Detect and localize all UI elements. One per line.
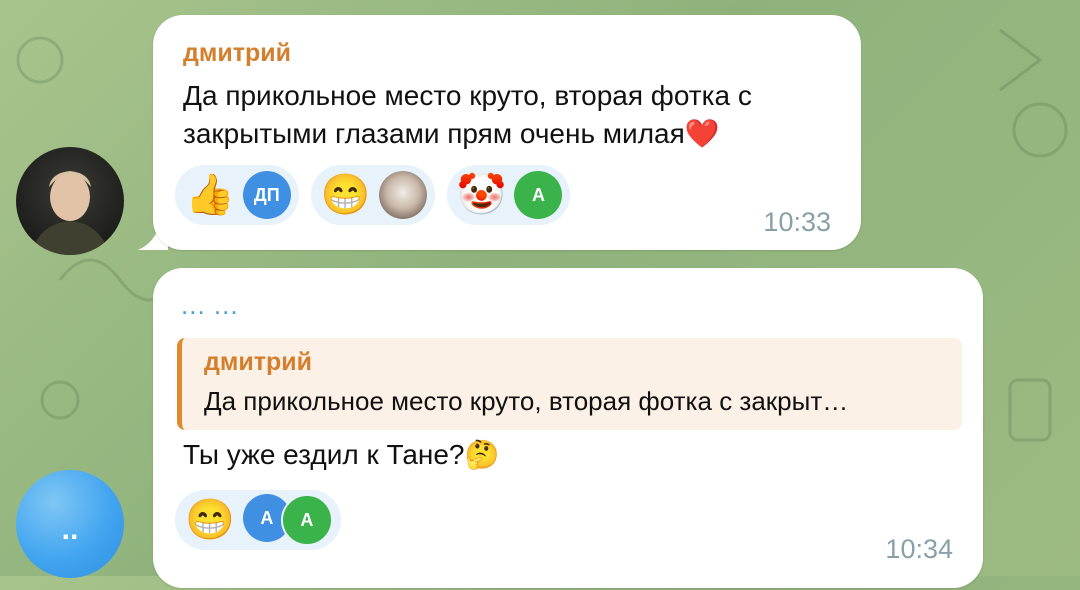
grin-icon: 😁	[320, 173, 371, 217]
message-bubble[interactable]: дмитрий Да прикольное место круто, втора…	[153, 15, 861, 250]
thumbs-up-icon: 👍	[185, 173, 235, 217]
sender-avatar[interactable]	[16, 147, 124, 255]
message-time: 10:34	[885, 534, 953, 564]
message-text: Да прикольное место круто, вторая фотка …	[183, 80, 752, 111]
message-time: 10:33	[763, 207, 831, 237]
reactor-avatar	[378, 171, 427, 219]
reaction-thumbs-up[interactable]: 👍 ДП	[175, 165, 299, 225]
reaction-grin[interactable]: 😁	[310, 165, 435, 225]
reply-sender: дмитрий	[204, 348, 312, 376]
message-text: закрытыми глазами прям очень милая❤️	[183, 118, 720, 149]
sender-name[interactable]: ... ...	[181, 290, 239, 321]
reactor-avatar: А	[514, 171, 563, 219]
reactions-bar: 😁 А А	[175, 490, 341, 550]
reply-text: Да прикольное место круто, вторая фотка …	[204, 386, 849, 416]
sender-name[interactable]: дмитрий	[183, 39, 291, 68]
person-photo-icon	[30, 171, 110, 255]
reaction-clown[interactable]: 🤡 А	[446, 165, 571, 225]
grin-icon: 😁	[185, 498, 235, 542]
user-avatar[interactable]: ..	[16, 470, 124, 578]
clown-icon: 🤡	[456, 173, 507, 217]
message-text: Ты уже ездил к Тане?🤔	[183, 439, 500, 470]
message-bubble[interactable]: ... ... дмитрий Да прикольное место крут…	[153, 268, 983, 588]
reactor-avatar: А	[280, 494, 333, 546]
reaction-grin[interactable]: 😁 А А	[175, 490, 341, 550]
reactions-bar: 👍 ДП 😁 🤡 А	[175, 165, 571, 225]
reactor-avatar: ДП	[242, 171, 291, 219]
reply-quote[interactable]: дмитрий Да прикольное место круто, втора…	[177, 338, 962, 430]
